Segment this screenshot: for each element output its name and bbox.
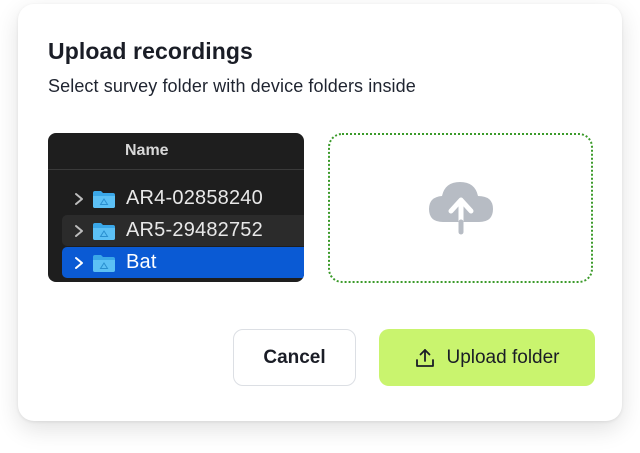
upload-icon: [414, 347, 436, 369]
upload-folder-label: Upload folder: [446, 346, 560, 368]
chevron-right-icon: [72, 255, 86, 271]
cancel-button[interactable]: Cancel: [233, 329, 356, 386]
folder-name: AR5-29482752: [126, 219, 263, 241]
column-header-name: Name: [125, 142, 169, 159]
finder-column-header: Name: [48, 133, 304, 170]
finder-row: AR4-02858240: [62, 183, 304, 214]
folder-icon: [92, 253, 116, 273]
dialog-title: Upload recordings: [48, 38, 253, 64]
finder-row: AR5-29482752: [62, 215, 304, 246]
cloud-upload-icon: [425, 176, 497, 241]
upload-folder-button[interactable]: Upload folder: [379, 329, 595, 386]
folder-name: Bat: [126, 251, 157, 273]
folder-dropzone[interactable]: [328, 133, 593, 283]
finder-preview: Name AR4-02858240 AR5-29482752 Bat: [48, 133, 304, 282]
upload-dialog: Upload recordings Select survey folder w…: [18, 4, 622, 421]
folder-icon: [92, 189, 116, 209]
chevron-right-icon: [72, 191, 86, 207]
finder-row-selected: Bat: [62, 247, 304, 278]
folder-icon: [92, 221, 116, 241]
chevron-right-icon: [72, 223, 86, 239]
dialog-subtitle: Select survey folder with device folders…: [48, 76, 416, 96]
folder-name: AR4-02858240: [126, 187, 263, 209]
cancel-button-label: Cancel: [263, 346, 326, 368]
